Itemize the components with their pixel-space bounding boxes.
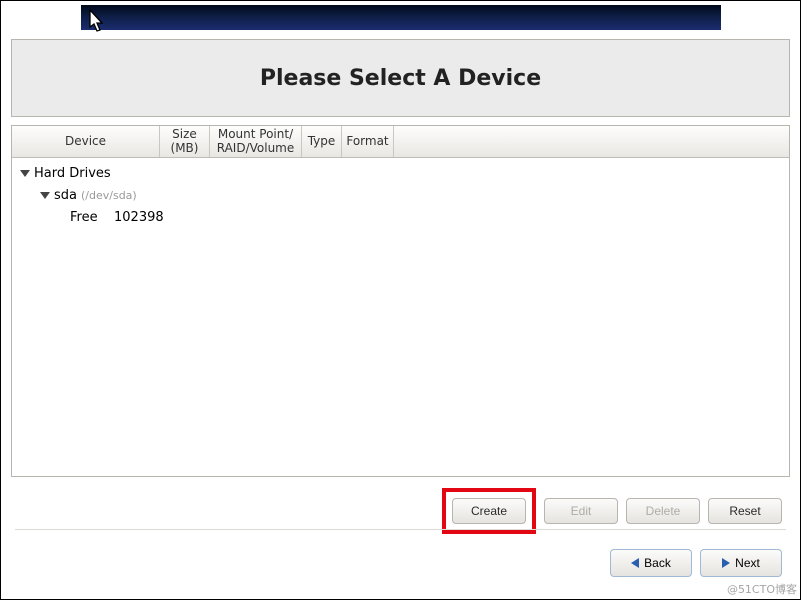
tree-label: Hard Drives	[34, 166, 111, 181]
next-button[interactable]: Next	[700, 549, 782, 577]
tree-label: sda	[54, 188, 77, 203]
create-highlight-box: Create	[442, 488, 536, 534]
create-button[interactable]: Create	[452, 498, 526, 524]
tree-row-free[interactable]: Free 102398	[12, 206, 789, 228]
title-panel: Please Select A Device	[11, 39, 790, 117]
tree-row-sda[interactable]: sda (/dev/sda)	[12, 184, 789, 206]
device-table: Device Size (MB) Mount Point/ RAID/Volum…	[11, 125, 790, 477]
col-header-mount[interactable]: Mount Point/ RAID/Volume	[210, 126, 302, 157]
tree-label: Free	[70, 210, 98, 225]
expand-icon[interactable]	[20, 170, 30, 177]
edit-button: Edit	[544, 498, 618, 524]
arrow-right-icon	[722, 558, 730, 568]
reset-button[interactable]: Reset	[708, 498, 782, 524]
col-header-device[interactable]: Device	[12, 126, 160, 157]
table-header-row: Device Size (MB) Mount Point/ RAID/Volum…	[12, 126, 789, 158]
table-body: Hard Drives sda (/dev/sda) Free 102398	[12, 158, 789, 476]
col-header-format[interactable]: Format	[342, 126, 394, 157]
col-header-type[interactable]: Type	[302, 126, 342, 157]
nav-button-row: Back Next	[610, 549, 782, 577]
header-gradient-bar	[81, 5, 721, 30]
expand-icon[interactable]	[40, 192, 50, 199]
device-path: (/dev/sda)	[81, 189, 137, 202]
arrow-left-icon	[631, 558, 639, 568]
watermark-text: @51CTO博客	[727, 581, 797, 597]
tree-row-hard-drives[interactable]: Hard Drives	[12, 162, 789, 184]
page-title: Please Select A Device	[260, 66, 541, 91]
back-button[interactable]: Back	[610, 549, 692, 577]
mouse-cursor-icon	[89, 9, 111, 35]
next-label: Next	[735, 556, 760, 570]
back-label: Back	[644, 556, 671, 570]
separator-line	[15, 529, 786, 530]
size-cell: 102398	[114, 210, 164, 225]
delete-button: Delete	[626, 498, 700, 524]
col-header-size[interactable]: Size (MB)	[160, 126, 210, 157]
